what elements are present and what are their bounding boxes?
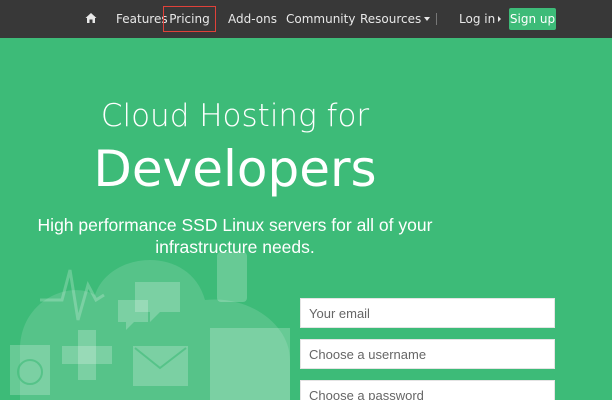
username-field[interactable] — [300, 339, 555, 369]
email-field[interactable] — [300, 298, 555, 328]
nav-addons[interactable]: Add-ons — [228, 7, 277, 31]
top-nav: Features Pricing Add-ons Community Resou… — [0, 0, 612, 38]
chevron-right-icon — [498, 16, 502, 22]
hero-title-line2: Developers — [93, 140, 377, 198]
signup-button[interactable]: Sign up — [509, 8, 556, 30]
nav-divider — [436, 13, 437, 25]
nav-resources-label: Resources — [360, 12, 422, 26]
nav-community[interactable]: Community — [286, 7, 355, 31]
nav-features[interactable]: Features — [116, 7, 168, 31]
caret-down-icon — [424, 17, 431, 21]
login-link[interactable]: Log in — [459, 7, 502, 31]
nav-pricing[interactable]: Pricing — [163, 6, 216, 32]
nav-resources-dropdown[interactable]: Resources — [360, 7, 431, 31]
password-field[interactable] — [300, 380, 555, 400]
cloud-illustration — [10, 252, 290, 400]
home-icon[interactable] — [85, 12, 97, 24]
hero-subtitle-line1: High performance SSD Linux servers for a… — [37, 215, 433, 235]
login-label: Log in — [459, 12, 496, 26]
hero-title-line1: Cloud Hosting for — [100, 98, 370, 134]
